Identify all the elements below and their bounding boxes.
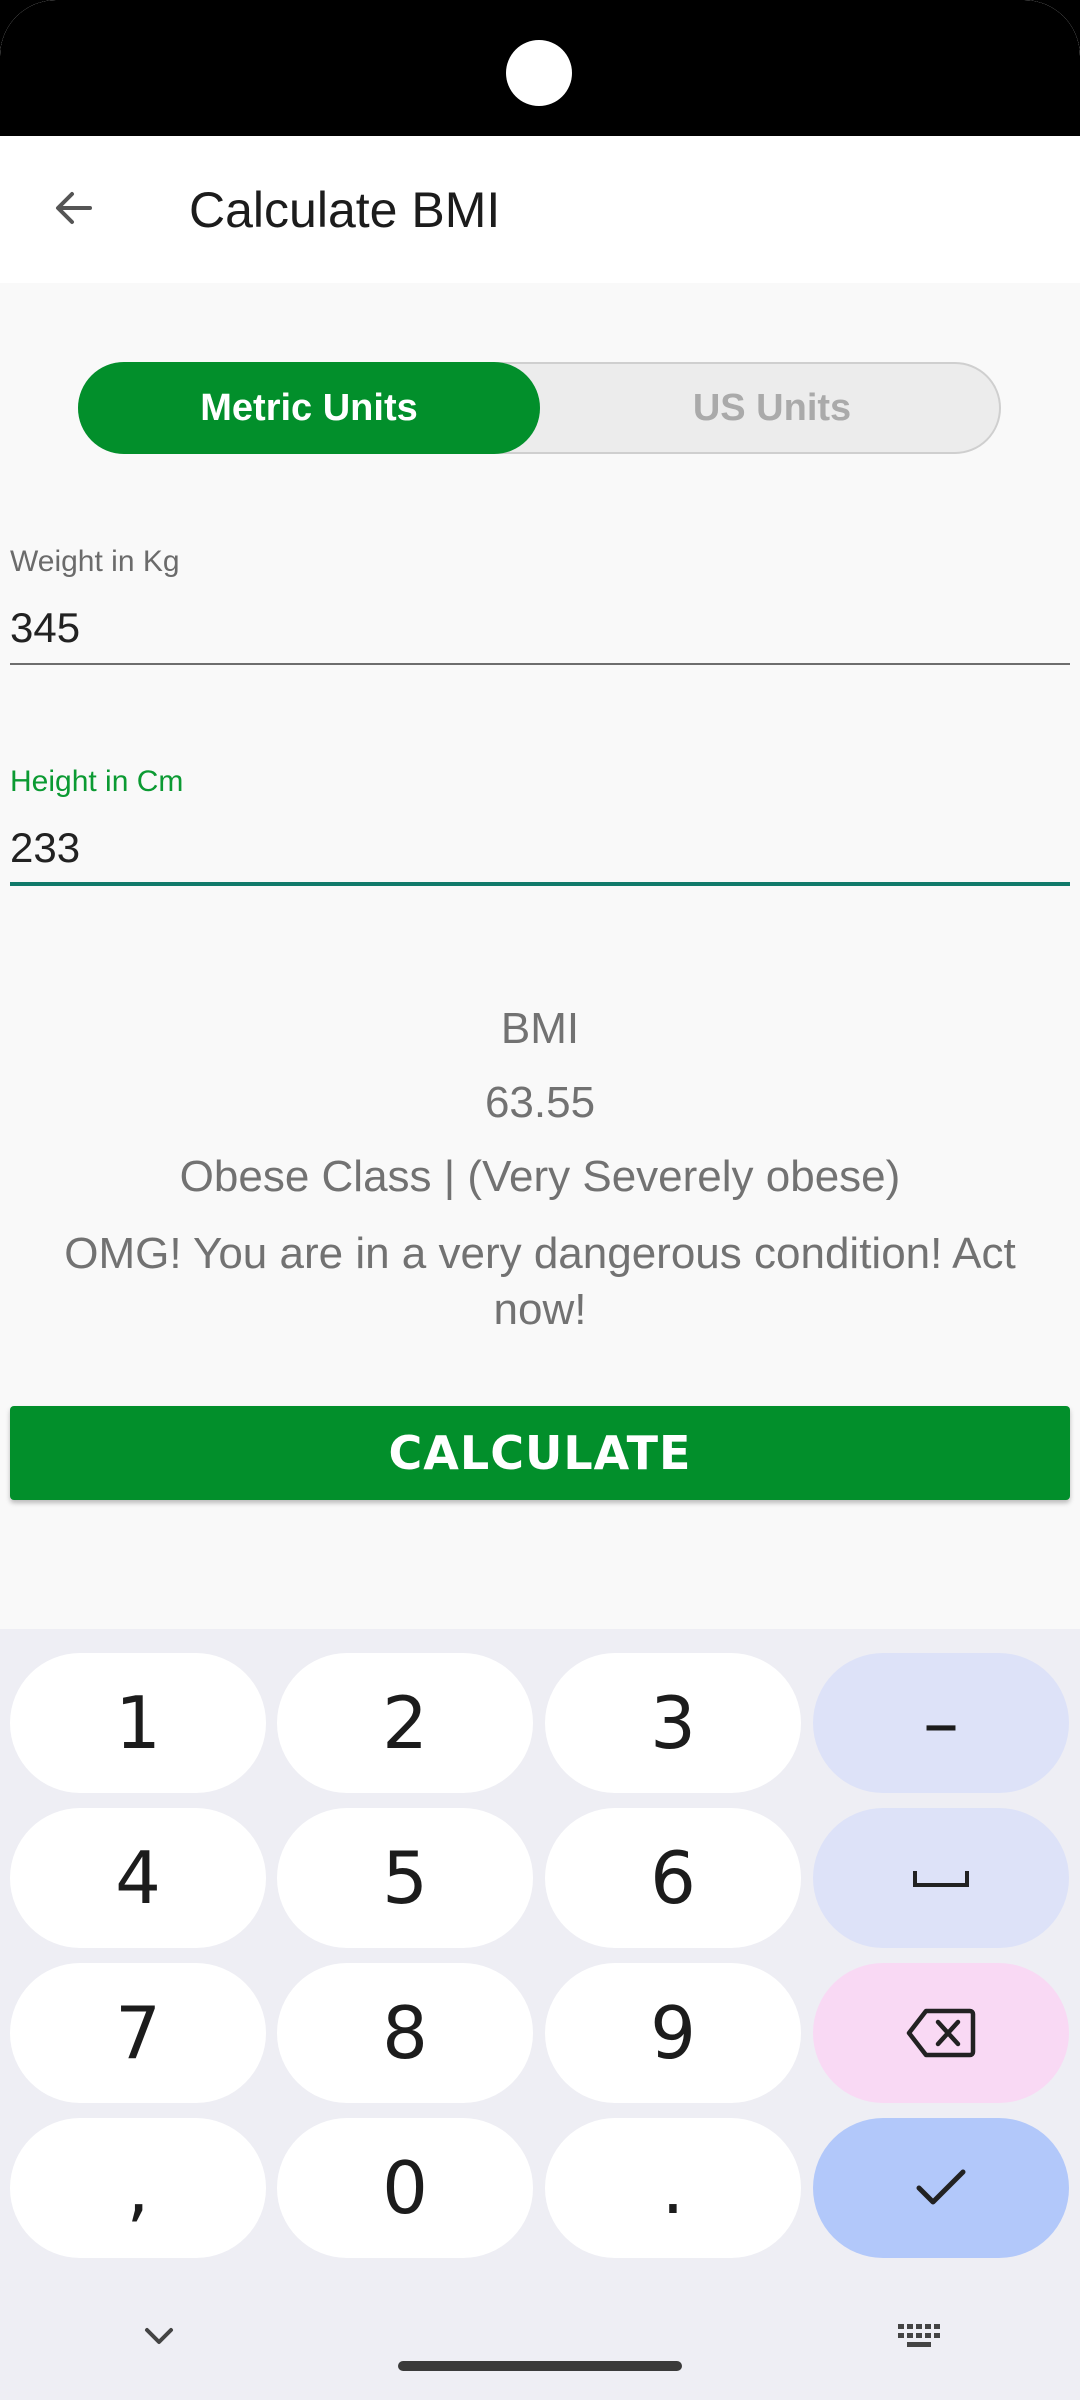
numeric-keyboard: 1 2 3 – 4 5 6 7 8 9 , 0 .	[0, 1629, 1080, 2400]
key-comma[interactable]: ,	[10, 2118, 266, 2258]
key-period[interactable]: .	[545, 2118, 801, 2258]
bmi-label: BMI	[500, 1004, 580, 1053]
key-3[interactable]: 3	[545, 1653, 801, 1793]
status-bar	[0, 0, 1080, 136]
keyboard-icon	[898, 2324, 940, 2347]
bmi-value: 63.55	[484, 1078, 596, 1127]
key-6[interactable]: 6	[545, 1808, 801, 1948]
back-button[interactable]	[38, 172, 110, 244]
key-5[interactable]: 5	[277, 1808, 533, 1948]
camera-cutout	[506, 40, 572, 106]
key-2[interactable]: 2	[277, 1653, 533, 1793]
home-indicator[interactable]	[398, 2361, 682, 2371]
key-8[interactable]: 8	[277, 1963, 533, 2103]
height-field-label: Height in Cm	[10, 765, 184, 798]
height-input[interactable]: 233	[10, 824, 80, 872]
key-backspace[interactable]	[813, 1963, 1069, 2103]
switch-keyboard-button[interactable]	[896, 2320, 944, 2352]
key-4[interactable]: 4	[10, 1808, 266, 1948]
key-7[interactable]: 7	[10, 1963, 266, 2103]
key-0[interactable]: 0	[277, 2118, 533, 2258]
key-1[interactable]: 1	[10, 1653, 266, 1793]
arrow-left-icon	[56, 192, 92, 224]
key-space[interactable]	[813, 1808, 1069, 1948]
weight-underline	[10, 663, 1070, 665]
calculate-button[interactable]: CALCULATE	[10, 1406, 1070, 1500]
hide-keyboard-button[interactable]	[137, 2318, 181, 2354]
metric-units-tab[interactable]: Metric Units	[78, 362, 540, 454]
bmi-message: OMG! You are in a very dangerous conditi…	[64, 1229, 1016, 1334]
backspace-icon	[906, 2008, 976, 2058]
key-9[interactable]: 9	[545, 1963, 801, 2103]
bmi-class: Obese Class | (Very Severely obese)	[179, 1152, 901, 1201]
height-underline	[10, 882, 1070, 886]
app-bar	[0, 136, 1080, 283]
us-units-tab[interactable]: US Units	[541, 362, 1003, 454]
weight-field-label: Weight in Kg	[10, 545, 180, 578]
key-minus[interactable]: –	[813, 1653, 1069, 1793]
weight-input[interactable]: 345	[10, 604, 80, 652]
page-title: Calculate BMI	[189, 182, 501, 238]
chevron-down-icon	[145, 2328, 173, 2344]
key-done[interactable]	[813, 2118, 1069, 2258]
screen: Calculate BMI Metric Units US Units Weig…	[0, 0, 1080, 2400]
units-toggle: Metric Units US Units	[78, 362, 1001, 454]
space-icon	[913, 1871, 969, 1887]
checkmark-icon	[916, 2169, 966, 2205]
